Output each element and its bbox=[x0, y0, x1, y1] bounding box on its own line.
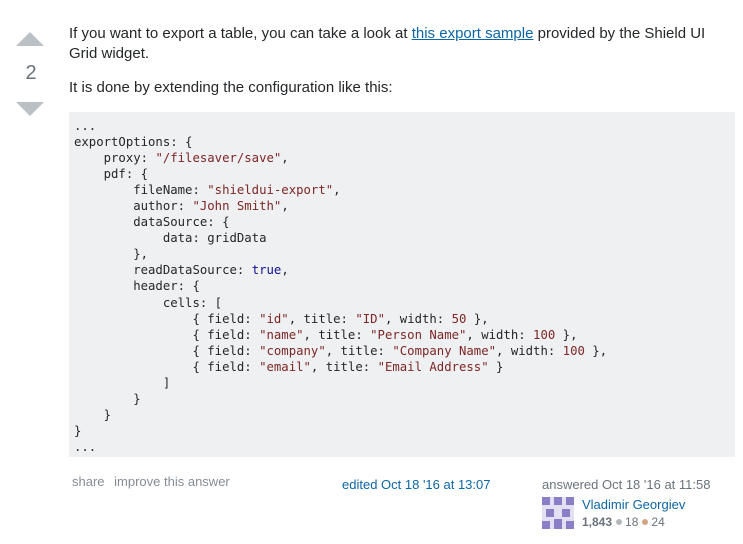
export-sample-link[interactable]: this export sample bbox=[412, 25, 534, 42]
bronze-badge-count: 24 bbox=[651, 515, 665, 529]
user-reputation: 1,843 18 24 bbox=[582, 515, 665, 529]
identicon-avatar[interactable] bbox=[542, 497, 574, 529]
user-card: Vladimir Georgiev 1,843 18 24 bbox=[542, 494, 742, 530]
user-name-link[interactable]: Vladimir Georgiev bbox=[582, 497, 685, 512]
bronze-badge-icon bbox=[642, 519, 649, 526]
share-link[interactable]: share bbox=[72, 474, 105, 489]
paragraph-intro: If you want to export a table, you can t… bbox=[69, 25, 706, 62]
vote-count: 2 bbox=[25, 62, 37, 84]
upvote-icon[interactable] bbox=[16, 32, 44, 46]
answer-body: If you want to export a table, you can t… bbox=[69, 24, 737, 98]
post-menu: share improve this answer bbox=[72, 474, 236, 489]
paragraph-config: It is done by extending the configuratio… bbox=[69, 79, 393, 96]
improve-answer-link[interactable]: improve this answer bbox=[114, 474, 230, 489]
silver-badge-icon bbox=[616, 519, 623, 526]
silver-badge-count: 18 bbox=[625, 515, 639, 529]
code-block: ... exportOptions: { proxy: "/filesaver/… bbox=[69, 112, 735, 457]
reputation-score: 1,843 bbox=[582, 515, 613, 529]
answered-time: answered Oct 18 '16 at 11:58 bbox=[542, 477, 711, 492]
edited-link[interactable]: edited Oct 18 '16 at 13:07 bbox=[342, 477, 490, 492]
downvote-icon[interactable] bbox=[16, 102, 44, 116]
